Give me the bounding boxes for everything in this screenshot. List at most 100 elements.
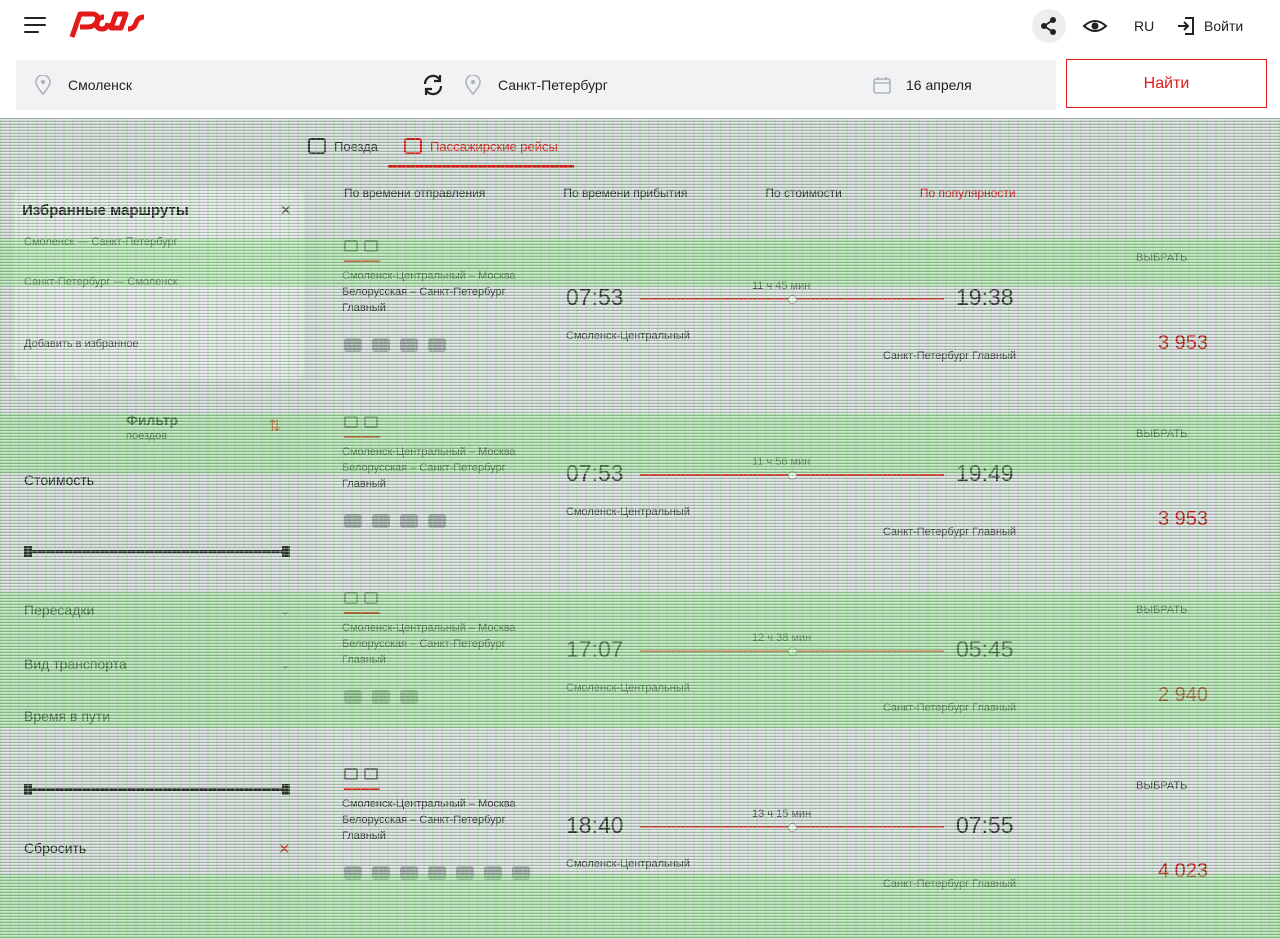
reset-filters-button[interactable]: Сбросить <box>24 840 86 856</box>
login-icon <box>1178 17 1194 35</box>
food-icon <box>372 338 390 352</box>
accessibility-icon <box>400 338 418 352</box>
trip-route: Смоленск-Центральный – Москва Белорусска… <box>342 270 516 314</box>
sort-by-popularity[interactable]: По популярности <box>920 186 1016 200</box>
trip-duration: 13 ч 15 мин <box>752 808 812 820</box>
filter-icon[interactable]: ⇅ <box>268 416 288 435</box>
trip-duration: 11 ч 45 мин <box>752 280 811 292</box>
suburban-train-icon <box>404 138 423 154</box>
accessibility-icon <box>400 514 418 528</box>
wifi-icon <box>344 338 362 352</box>
train-icon <box>344 592 358 604</box>
tab-label: Пассажирские рейсы <box>430 138 558 154</box>
menu-icon[interactable] <box>24 17 46 33</box>
bus-icon <box>364 416 378 428</box>
trip-card[interactable]: Смоленск-Центральный – Москва Белорусска… <box>320 408 1264 578</box>
favorite-route-item[interactable]: Смоленск — Санкт-Петербург <box>24 236 178 248</box>
luggage-icon <box>484 866 502 880</box>
arrival-station: Санкт-Петербург Главный <box>882 702 1016 714</box>
filter-heading: Фильтр поездов <box>126 412 178 444</box>
pets-icon <box>428 514 446 528</box>
location-pin-icon <box>35 75 51 95</box>
chevron-down-icon[interactable]: ⌄ <box>280 604 290 618</box>
filter-group-transfers[interactable]: Пересадки <box>24 602 94 618</box>
travel-time-slider[interactable] <box>24 784 290 795</box>
departure-station: Смоленск-Центральный <box>566 858 690 870</box>
search-bar: Смоленск Санкт-Петербург 16 апреля Найти <box>0 52 1280 118</box>
departure-station: Смоленск-Центральный <box>566 682 690 694</box>
choose-button[interactable]: ВЫБРАТЬ <box>1136 780 1187 792</box>
choose-button[interactable]: ВЫБРАТЬ <box>1136 428 1187 440</box>
trip-price: 3 953 <box>1158 508 1209 530</box>
arrival-time: 05:45 <box>956 636 1014 662</box>
filter-subtitle: поездов <box>126 430 168 442</box>
close-icon[interactable]: ✕ <box>280 202 292 219</box>
filter-group-price[interactable]: Стоимость <box>24 472 94 488</box>
food-icon <box>372 866 390 880</box>
amenity-icons <box>344 514 446 528</box>
favorite-routes-title: Избранные маршруты <box>22 202 189 219</box>
chevron-down-icon[interactable]: ⌄ <box>280 658 290 672</box>
filter-group-travel-time[interactable]: Время в пути <box>24 708 110 724</box>
bus-icon <box>364 240 378 252</box>
to-field[interactable]: Санкт-Петербург <box>446 60 860 110</box>
trip-timeline <box>640 471 944 480</box>
choose-button[interactable]: ВЫБРАТЬ <box>1136 604 1187 616</box>
tv-icon <box>512 866 530 880</box>
trip-timeline <box>640 823 944 832</box>
tab-passenger-routes[interactable]: Пассажирские рейсы <box>388 130 574 168</box>
wifi-icon <box>344 866 362 880</box>
trip-timeline <box>640 647 944 656</box>
amenity-icons <box>344 690 418 704</box>
accessibility-icon <box>400 690 418 704</box>
login-button[interactable]: Войти <box>1176 14 1243 38</box>
filter-group-transport-type[interactable]: Вид транспорта <box>24 656 127 672</box>
amenity-icons <box>344 866 530 880</box>
date-field[interactable]: 16 апреля <box>860 60 1056 110</box>
trip-card[interactable]: Смоленск-Центральный – Москва Белорусска… <box>320 232 1264 402</box>
sort-by-departure[interactable]: По времени отправления <box>344 186 485 200</box>
train-icon <box>344 416 358 428</box>
sort-bar: По времени отправления По времени прибыт… <box>344 186 1104 200</box>
trip-duration: 12 ч 38 мин <box>752 632 812 644</box>
choose-button[interactable]: ВЫБРАТЬ <box>1136 252 1187 264</box>
find-button[interactable]: Найти <box>1066 59 1267 108</box>
from-field[interactable]: Смоленск <box>16 60 446 110</box>
departure-time: 07:53 <box>566 284 624 310</box>
trip-card[interactable]: Смоленск-Центральный – Москва Белорусска… <box>320 760 1264 930</box>
trip-timeline <box>640 295 944 304</box>
from-value: Смоленск <box>68 77 133 93</box>
tab-label: Поезда <box>334 138 379 154</box>
arrival-time: 19:38 <box>956 284 1014 310</box>
arrival-station: Санкт-Петербург Главный <box>882 350 1016 362</box>
train-icon <box>344 768 358 780</box>
tab-trains[interactable]: Поезда <box>306 130 380 162</box>
add-favorite-link[interactable]: Добавить в избранное <box>24 338 139 350</box>
arrival-station: Санкт-Петербург Главный <box>882 526 1016 538</box>
price-range-slider[interactable] <box>24 546 290 557</box>
trip-route: Смоленск-Центральный – Москва Белорусска… <box>342 446 516 490</box>
calendar-icon <box>873 77 891 94</box>
wifi-icon <box>344 690 362 704</box>
food-icon <box>372 514 390 528</box>
sort-by-arrival[interactable]: По времени прибытия <box>563 186 687 200</box>
filter-title: Фильтр <box>126 412 179 428</box>
favorite-route-item[interactable]: Санкт-Петербург — Смоленск <box>24 276 178 288</box>
bus-icon <box>364 592 378 604</box>
share-button[interactable] <box>1032 9 1066 43</box>
transport-tabs: Поезда Пассажирские рейсы <box>306 130 574 168</box>
language-switch[interactable]: RU <box>1134 18 1154 34</box>
rzd-logo[interactable] <box>66 6 148 44</box>
reset-close-icon[interactable]: ✕ <box>278 840 291 858</box>
share-icon <box>1041 17 1056 35</box>
departure-time: 17:07 <box>566 636 624 662</box>
trip-card[interactable]: Смоленск-Центральный – Москва Белорусска… <box>320 584 1264 754</box>
sort-by-price[interactable]: По стоимости <box>765 186 842 200</box>
accessibility-icon <box>456 866 474 880</box>
bed-icon <box>400 866 418 880</box>
trip-price: 2 940 <box>1158 684 1209 706</box>
arrival-station: Санкт-Петербург Главный <box>882 878 1016 890</box>
eye-icon[interactable] <box>1081 13 1109 39</box>
swap-direction-icon[interactable] <box>420 72 446 98</box>
transport-icons <box>344 592 380 614</box>
